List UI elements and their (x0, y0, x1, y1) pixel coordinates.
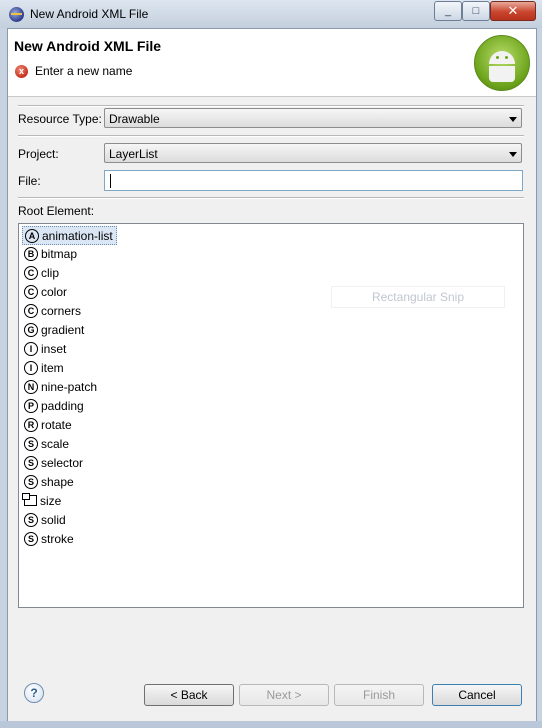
chevron-down-icon (509, 117, 517, 122)
element-type-icon: N (24, 379, 38, 394)
maximize-button[interactable]: □ (462, 1, 490, 21)
element-type-icon: B (24, 246, 38, 261)
list-item[interactable]: size (22, 492, 61, 509)
list-item[interactable]: Sselector (22, 454, 83, 471)
separator (18, 135, 524, 137)
element-type-icon: I (24, 360, 38, 375)
list-item[interactable]: Iinset (22, 340, 66, 357)
help-icon[interactable]: ? (24, 683, 44, 703)
list-item[interactable]: Ppadding (22, 397, 84, 414)
close-button[interactable]: ✕ (490, 1, 536, 21)
element-type-icon: P (24, 398, 38, 413)
chevron-down-icon (509, 152, 517, 157)
resource-type-combo[interactable]: Drawable (104, 108, 522, 128)
element-type-icon (22, 493, 37, 506)
root-element-label: Root Element: (18, 204, 95, 218)
resource-type-label: Resource Type: (18, 112, 102, 126)
element-type-icon: S (24, 531, 38, 546)
list-item-label: inset (41, 341, 67, 356)
wizard-banner: New Android XML File x Enter a new name (8, 29, 536, 97)
list-item[interactable]: Bbitmap (22, 245, 77, 262)
file-label: File: (18, 174, 41, 188)
window-title: New Android XML File (30, 7, 149, 21)
android-logo-icon (474, 35, 530, 91)
separator (18, 197, 524, 199)
window-bottom-border (0, 721, 542, 728)
list-item-label: clip (41, 265, 60, 280)
list-item-label: solid (41, 512, 66, 527)
finish-button[interactable]: Finish (334, 684, 424, 706)
list-item[interactable]: Ccorners (22, 302, 81, 319)
element-type-icon: I (24, 341, 38, 356)
back-button[interactable]: < Back (144, 684, 234, 706)
list-item[interactable]: Cclip (22, 264, 59, 281)
list-item[interactable]: Nnine-patch (22, 378, 97, 395)
list-item[interactable]: Sscale (22, 435, 69, 452)
list-item-label: size (40, 493, 62, 508)
element-type-icon: S (24, 474, 38, 489)
element-type-icon: C (24, 284, 38, 299)
element-type-icon: S (24, 436, 38, 451)
list-item-label: stroke (41, 531, 74, 546)
list-item[interactable]: Ssolid (22, 511, 66, 528)
element-type-icon: S (24, 455, 38, 470)
resource-type-value: Drawable (109, 112, 160, 126)
list-item[interactable]: Sshape (22, 473, 74, 490)
project-label: Project: (18, 147, 59, 161)
list-item-label: bitmap (41, 246, 78, 261)
list-item[interactable]: Iitem (22, 359, 64, 376)
eclipse-icon (9, 7, 24, 22)
list-item-label: padding (41, 398, 84, 413)
android-eye-right (505, 56, 508, 59)
rectangular-snip-overlay: Rectangular Snip (331, 286, 505, 308)
list-item-label: corners (41, 303, 82, 318)
android-head (489, 51, 515, 64)
title-bar: New Android XML File _ □ ✕ (0, 0, 542, 28)
list-item-label: scale (41, 436, 70, 451)
banner-message: Enter a new name (35, 64, 133, 78)
text-caret (110, 174, 111, 188)
element-type-icon: G (24, 322, 38, 337)
element-type-icon: S (24, 512, 38, 527)
list-item-label: animation-list (42, 228, 113, 243)
list-item-label: gradient (41, 322, 85, 337)
next-button[interactable]: Next > (239, 684, 329, 706)
list-item-label: color (41, 284, 68, 299)
banner-title: New Android XML File (14, 38, 162, 54)
project-value: LayerList (109, 147, 158, 161)
list-item[interactable]: Ccolor (22, 283, 67, 300)
list-item-label: rotate (41, 417, 72, 432)
file-input[interactable] (104, 170, 523, 191)
list-item-label: item (41, 360, 64, 375)
list-item-label: selector (41, 455, 84, 470)
cancel-button[interactable]: Cancel (432, 684, 522, 706)
android-body (489, 66, 515, 82)
element-type-icon: A (25, 228, 39, 243)
dialog-client: New Android XML File x Enter a new name … (7, 28, 537, 723)
error-icon: x (15, 65, 28, 78)
element-type-icon: C (24, 303, 38, 318)
element-type-icon: R (24, 417, 38, 432)
list-item-label: nine-patch (41, 379, 98, 394)
minimize-button[interactable]: _ (434, 1, 462, 21)
project-combo[interactable]: LayerList (104, 143, 522, 163)
element-type-icon: C (24, 265, 38, 280)
caption-buttons: _ □ ✕ (434, 1, 536, 21)
separator (18, 105, 524, 107)
list-item[interactable]: Rrotate (22, 416, 72, 433)
list-item[interactable]: Aanimation-list (22, 226, 117, 245)
android-eye-left (496, 56, 499, 59)
list-item[interactable]: Sstroke (22, 530, 74, 547)
list-item[interactable]: Ggradient (22, 321, 84, 338)
list-item-label: shape (41, 474, 74, 489)
root-element-list[interactable]: Rectangular Snip Aanimation-list Bbitmap C… (18, 223, 524, 608)
